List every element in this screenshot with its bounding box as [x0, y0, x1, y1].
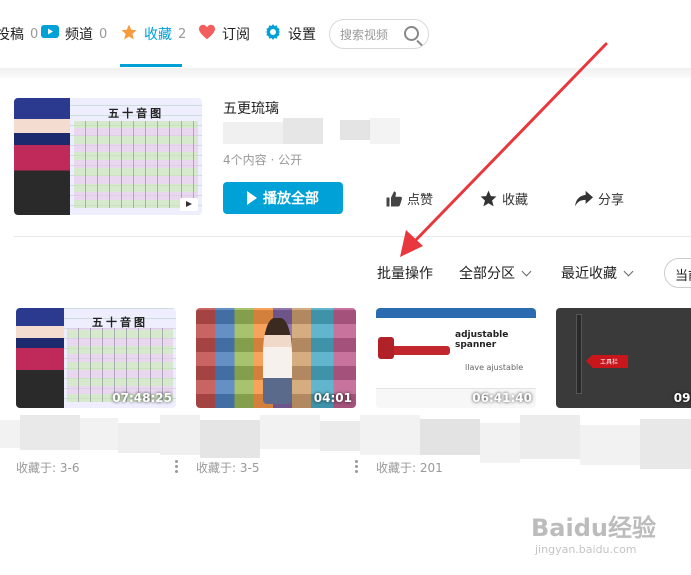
watermark-logo: Baidu经验 — [531, 514, 656, 542]
watermark-url: jingyan.baidu.com — [535, 543, 637, 556]
annotation-arrow — [400, 42, 608, 257]
baidu-watermark: Baidu经验 jingyan.baidu.com — [531, 508, 681, 568]
